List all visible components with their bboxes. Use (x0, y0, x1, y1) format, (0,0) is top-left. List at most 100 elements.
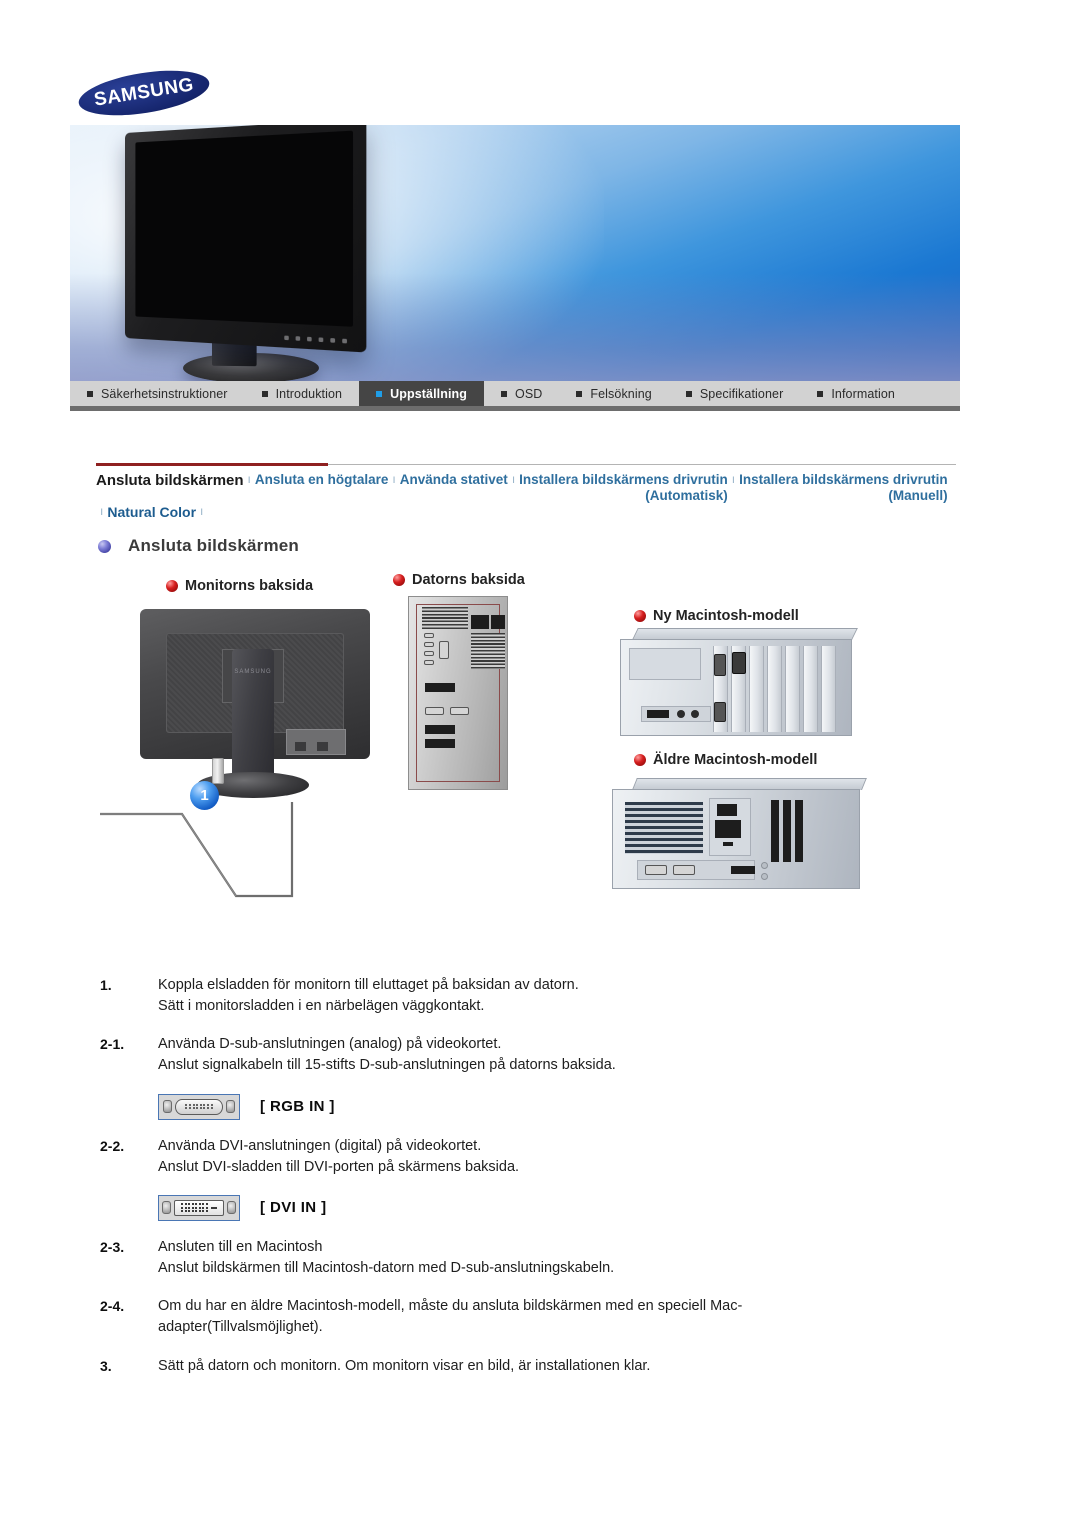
step-line: Anslut bildskärmen till Macintosh-datorn… (158, 1260, 615, 1277)
diagram-label-text: Ny Macintosh-modell (653, 608, 799, 624)
old-mac-bay (709, 798, 751, 856)
connector-screw-icon (227, 1201, 236, 1215)
dvi-pins-icon (181, 1203, 208, 1213)
power-plug-icon (212, 758, 224, 784)
old-mac-screw-icon (761, 862, 768, 869)
old-mac-card-bracket (795, 800, 803, 862)
monitor-stand-column: SAMSUNG (232, 649, 274, 783)
page-title: Ansluta bildskärmen (98, 536, 299, 556)
subnav-item-ansluta-bildskarmen[interactable]: Ansluta bildskärmen (96, 472, 244, 490)
subnav-item-label: Installera bildskärmens drivrutin (519, 472, 728, 487)
pc-dsub-connector (425, 707, 444, 715)
pc-tower-panel (416, 604, 500, 782)
new-mac-slot-black (647, 710, 669, 718)
step-line: Sätt i monitorsladden i en närbelägen vä… (158, 998, 485, 1015)
subnav-item-sublabel: (Automatisk) (645, 487, 728, 503)
subnav-item-anvanda-stativet[interactable]: Använda stativet (400, 472, 508, 488)
nav-tab-label: Specifikationer (699, 386, 784, 401)
new-mac-button (691, 710, 699, 718)
dvi-flat-blade-icon (210, 1206, 217, 1209)
instruction-step-3: 3. Sätt på datorn och monitorn. Om monit… (100, 1356, 1000, 1377)
hero-monitor-screen (135, 130, 354, 327)
instruction-step-2-2: 2-2. Använda DVI-anslutningen (digital) … (100, 1136, 1000, 1178)
old-mac-dvi-port (645, 865, 667, 875)
old-mac-port-black (731, 866, 755, 874)
dsub-connector-icon (158, 1093, 240, 1120)
nav-bullet-icon (576, 390, 583, 397)
step-line: Anslut signalkabeln till 15-stifts D-sub… (158, 1057, 616, 1074)
step-line: Om du har en äldre Macintosh-modell, mås… (158, 1298, 743, 1315)
nav-tab-osd[interactable]: OSD (484, 381, 559, 406)
subnav-breadcrumb[interactable]: Ansluta bildskärmen ı Ansluta en högtala… (96, 463, 956, 520)
diagram-label-new-mac: Ny Macintosh-modell (634, 608, 799, 624)
red-sphere-bullet-icon (634, 754, 646, 766)
nav-tab-introduktion[interactable]: Introduktion (245, 381, 360, 406)
pc-io-port (424, 642, 434, 647)
new-mac-card-slot (785, 646, 800, 732)
main-navigation[interactable]: Säkerhetsinstruktioner Introduktion Upps… (70, 381, 960, 411)
subnav-item-installera-drivrutin-manuell[interactable]: Installera bildskärmens drivrutin (Manue… (739, 472, 948, 504)
old-mac-vent-grille (625, 802, 703, 854)
step-line: Använda DVI-anslutningen (digital) på vi… (158, 1137, 482, 1154)
old-mac-bay-slot (717, 804, 737, 816)
pc-psu-fan (491, 615, 505, 629)
new-mac-card-slot (767, 646, 782, 732)
step-body: Använda DVI-anslutningen (digital) på vi… (158, 1136, 1000, 1178)
connector-screw-icon (162, 1201, 171, 1215)
subnav-separator: ı (731, 472, 736, 486)
subnav-separator: ı (511, 472, 516, 486)
new-mac-card-slot (749, 646, 764, 732)
step-line: Sätt på datorn och monitorn. Om monitorn… (158, 1357, 651, 1374)
diagram-monitor-rear (140, 609, 370, 759)
step-number: 3. (100, 1357, 112, 1374)
nav-tab-felsokning[interactable]: Felsökning (559, 381, 668, 406)
monitor-rear-ports (286, 729, 346, 755)
pc-parallel-port (439, 641, 449, 659)
nav-tab-label: Uppställning (390, 386, 467, 401)
old-mac-top-face (632, 778, 867, 790)
new-mac-lower-port (714, 702, 726, 722)
dvi-in-label: [ DVI IN ] (260, 1198, 327, 1216)
new-mac-card-slot (821, 646, 836, 732)
subnav-item-installera-drivrutin-automatisk[interactable]: Installera bildskärmens drivrutin (Autom… (519, 472, 728, 504)
step-number: 2-1. (100, 1036, 125, 1053)
step-number: 2-4. (100, 1298, 125, 1315)
pc-vent-grille (422, 607, 468, 629)
nav-tab-specifikationer[interactable]: Specifikationer (669, 381, 801, 406)
new-mac-top-face (632, 628, 858, 640)
pc-dvi-connector (450, 707, 469, 715)
old-mac-card-bracket (783, 800, 791, 862)
new-mac-button (677, 710, 685, 718)
samsung-logo: SAMSUNG (75, 62, 213, 124)
monitor-stand-base (197, 772, 309, 798)
nav-tab-information[interactable]: Information (800, 381, 912, 406)
page-title-text: Ansluta bildskärmen (128, 536, 300, 555)
subnav-item-sublabel: (Manuell) (888, 487, 948, 503)
nav-bullet-icon (87, 390, 93, 397)
pc-psu-block (471, 615, 489, 629)
old-mac-card-bracket (771, 800, 779, 862)
hero-banner (70, 125, 960, 381)
subnav-item-natural-color[interactable]: Natural Color (107, 504, 196, 521)
subnav-separator: ı (392, 472, 396, 486)
step-line: Ansluten till en Macintosh (158, 1238, 323, 1255)
blue-sphere-bullet-icon (98, 539, 111, 553)
nav-bullet-icon (376, 390, 383, 397)
nav-tab-uppstallning[interactable]: Uppställning (359, 381, 484, 406)
dvi-connector-icon (158, 1194, 240, 1221)
instruction-step-2-1: 2-1. Använda D-sub-anslutningen (analog)… (100, 1034, 1000, 1076)
dsub-shell-shape (175, 1098, 223, 1115)
old-mac-bay-slot (715, 820, 741, 838)
pc-expansion-slot (425, 683, 455, 692)
pc-psu-vent (471, 633, 505, 669)
nav-bullet-icon (261, 390, 268, 397)
instruction-step-2-4: 2-4. Om du har en äldre Macintosh-modell… (100, 1296, 1000, 1338)
red-sphere-bullet-icon (393, 574, 405, 586)
nav-tab-sakerhetsinstruktioner[interactable]: Säkerhetsinstruktioner (70, 381, 245, 406)
diagram-old-macintosh (612, 789, 860, 889)
dvi-in-connector-row: [ DVI IN ] (158, 1194, 1000, 1221)
diagram-label-monitor-back: Monitorns baksida (166, 578, 313, 594)
connector-screw-icon (163, 1100, 172, 1114)
step-line: Använda D-sub-anslutningen (analog) på v… (158, 1036, 502, 1053)
subnav-item-ansluta-en-hogtalare[interactable]: Ansluta en högtalare (255, 472, 389, 488)
